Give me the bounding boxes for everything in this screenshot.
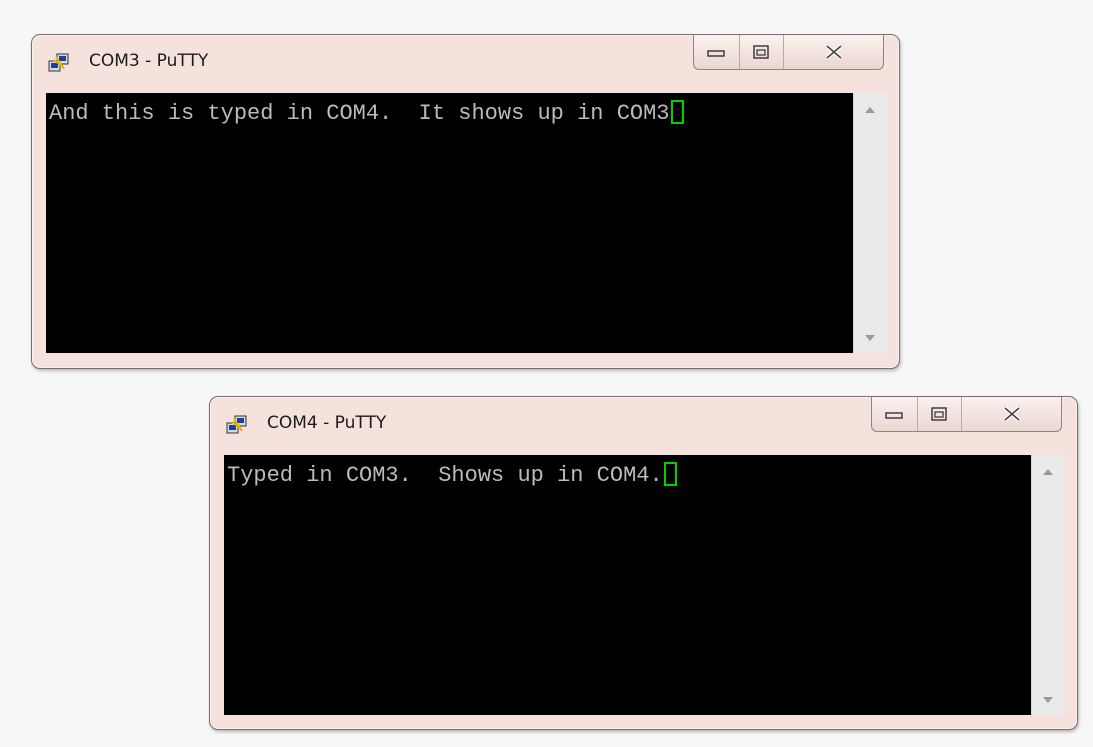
terminal-cursor	[670, 100, 684, 124]
vertical-scrollbar[interactable]	[853, 93, 887, 353]
close-button[interactable]	[784, 35, 883, 69]
window-title: COM3 - PuTTY	[89, 51, 209, 71]
minimize-icon	[707, 50, 725, 57]
caption-buttons	[871, 397, 1062, 432]
putty-window-com3[interactable]: COM3 - PuTTY And this is typed in COM4. …	[31, 34, 900, 369]
terminal-output: And this is typed in COM4. It shows up i…	[49, 101, 670, 126]
title-bar[interactable]: COM3 - PuTTY	[32, 35, 899, 93]
maximize-icon	[753, 45, 769, 59]
putty-window-com4[interactable]: COM4 - PuTTY Typed in COM3. Shows up in …	[209, 396, 1078, 730]
scroll-up-arrow-icon[interactable]	[1043, 469, 1053, 475]
terminal-line: Typed in COM3. Shows up in COM4.	[227, 462, 677, 489]
close-icon	[1003, 406, 1020, 422]
caption-buttons	[693, 35, 884, 70]
vertical-scrollbar[interactable]	[1031, 455, 1065, 715]
scroll-down-arrow-icon[interactable]	[865, 335, 875, 341]
terminal-output: Typed in COM3. Shows up in COM4.	[227, 463, 663, 488]
putty-icon[interactable]	[48, 52, 70, 74]
terminal-cursor	[663, 462, 677, 486]
minimize-button[interactable]	[872, 397, 918, 431]
terminal-line: And this is typed in COM4. It shows up i…	[49, 100, 684, 127]
close-button[interactable]	[962, 397, 1061, 431]
minimize-icon	[885, 412, 903, 419]
scroll-down-arrow-icon[interactable]	[1043, 697, 1053, 703]
putty-icon[interactable]	[226, 414, 248, 436]
title-bar[interactable]: COM4 - PuTTY	[210, 397, 1077, 455]
maximize-button[interactable]	[918, 397, 963, 431]
maximize-icon	[931, 407, 947, 421]
minimize-button[interactable]	[694, 35, 740, 69]
terminal-area[interactable]: And this is typed in COM4. It shows up i…	[46, 93, 853, 353]
terminal-area[interactable]: Typed in COM3. Shows up in COM4.	[224, 455, 1031, 715]
maximize-button[interactable]	[740, 35, 785, 69]
close-icon	[825, 44, 842, 60]
window-title: COM4 - PuTTY	[267, 413, 387, 433]
scroll-up-arrow-icon[interactable]	[865, 107, 875, 113]
